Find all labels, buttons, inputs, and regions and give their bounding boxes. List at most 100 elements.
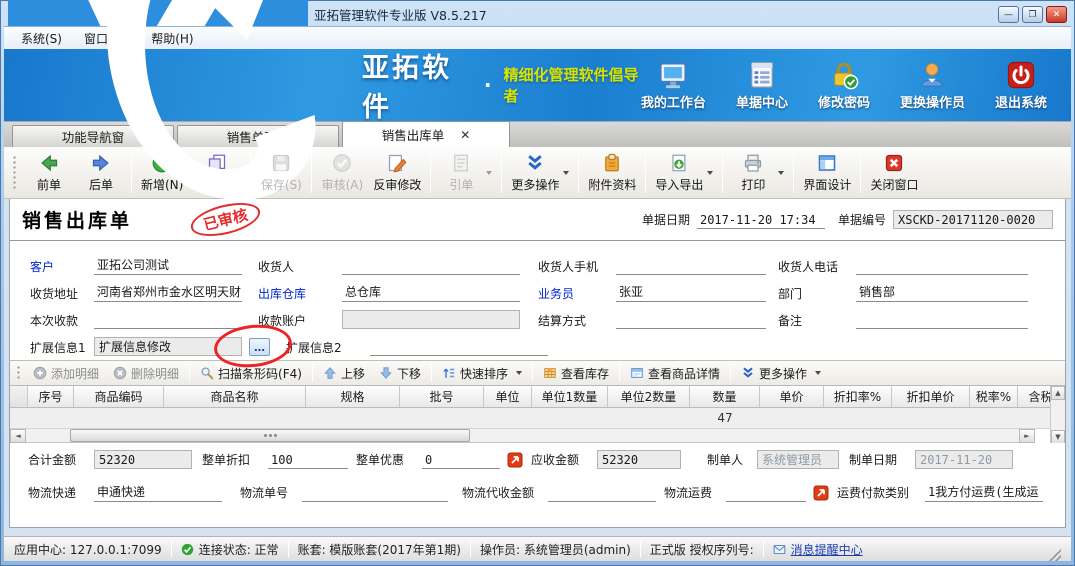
dropdown-arrow-icon[interactable] [778, 171, 784, 175]
status-item-5[interactable]: 消息提醒中心 [773, 541, 863, 558]
nav-switch-user[interactable]: 更换操作员 [900, 60, 965, 111]
field-结算方式[interactable] [616, 310, 766, 329]
column-header-单价[interactable]: 单价 [760, 386, 824, 407]
field-扩展信息2[interactable] [370, 337, 548, 356]
detail-add-row-button[interactable]: 添加明细 [26, 363, 106, 384]
field-备注[interactable] [856, 310, 1028, 329]
field-label-客户[interactable]: 客户 [30, 258, 94, 275]
toolbar-ui-design-button[interactable]: 界面设计 [798, 151, 856, 195]
totals-field-合计金额[interactable]: 52320 [94, 450, 192, 469]
doc-title: 销售出库单 [22, 206, 132, 233]
detail-barcode-scan-button[interactable]: 扫描条形码(F4) [193, 363, 309, 384]
column-header-税率%[interactable]: 税率% [970, 386, 1018, 407]
add-row-icon [33, 366, 47, 380]
jump-icon [507, 452, 523, 468]
row-selector-header[interactable] [10, 386, 28, 407]
column-header-折扣单价[interactable]: 折扣单价 [892, 386, 970, 407]
vertical-scrollbar[interactable]: ▲ ▼ [1050, 386, 1065, 443]
field-收款账户[interactable] [342, 310, 520, 329]
field-label-出库仓库[interactable]: 出库仓库 [258, 285, 342, 302]
field-收货人手机[interactable] [616, 256, 766, 275]
detail-quick-sort-button[interactable]: 快速排序 [435, 363, 529, 384]
column-header-规格[interactable]: 规格 [306, 386, 400, 407]
summary-cell-税率% [970, 408, 1018, 428]
detail-delete-row-button[interactable]: 删除明细 [106, 363, 186, 384]
table-summary-row[interactable]: 47 [10, 408, 1050, 429]
logistics-field-物流单号[interactable] [302, 483, 448, 502]
close-button[interactable]: ✕ [1046, 6, 1067, 23]
nav-document-center[interactable]: 单据中心 [736, 60, 788, 111]
recalc-button[interactable] [506, 452, 523, 468]
totals-field-整单折扣[interactable]: 100 [268, 450, 348, 469]
scroll-left-button[interactable]: ◄ [10, 429, 26, 443]
field-部门[interactable]: 销售部 [856, 283, 1028, 302]
toolbar-separator [645, 153, 646, 193]
minimize-button[interactable]: — [998, 6, 1019, 23]
ellipsis-button[interactable]: … [249, 338, 270, 356]
logistics-field-物流快递[interactable]: 申通快递 [94, 483, 222, 502]
summary-cell-单位 [484, 408, 532, 428]
tab-2[interactable]: 销售出库单✕ [342, 121, 510, 147]
dropdown-arrow-icon[interactable] [486, 171, 492, 175]
scroll-down-button[interactable]: ▼ [1051, 430, 1065, 443]
detail-move-up-button[interactable]: 上移 [316, 363, 372, 384]
logistics-field-物流代收金额[interactable] [548, 483, 656, 502]
toolbar-import-export-button[interactable]: 导入导出 [650, 151, 718, 195]
totals-field-应收金额[interactable]: 52320 [597, 450, 681, 469]
nav-workstation[interactable]: 我的工作台 [641, 60, 706, 111]
field-本次收款[interactable] [94, 310, 242, 329]
toolbar-separator [860, 153, 861, 193]
toolbar-ref-doc-button[interactable]: 引单 [435, 151, 497, 195]
detail-product-detail-button[interactable]: 查看商品详情 [623, 363, 727, 384]
field-收货人[interactable] [342, 256, 520, 275]
logistics-field-物流运费[interactable] [726, 483, 806, 502]
tab-close-icon[interactable]: ✕ [460, 128, 470, 142]
field-收货人电话[interactable] [856, 256, 1028, 275]
resize-grip[interactable] [1049, 549, 1061, 561]
doc-date-field[interactable]: 2017-11-20 17:34 [697, 210, 825, 229]
scroll-right-button[interactable]: ► [1019, 429, 1035, 443]
column-header-序号[interactable]: 序号 [28, 386, 74, 407]
status-item-3: 操作员: 系统管理员(admin) [480, 541, 631, 558]
column-header-单位2数量[interactable]: 单位2数量 [608, 386, 690, 407]
column-header-单位1数量[interactable]: 单位1数量 [532, 386, 608, 407]
column-header-折扣率%[interactable]: 折扣率% [824, 386, 892, 407]
toolbar-close-window-button[interactable]: 关闭窗口 [865, 151, 923, 195]
toolbar-save-button[interactable]: 保存(S) [255, 151, 307, 195]
scrollbar-thumb[interactable] [70, 429, 470, 442]
toolbar-audit-button[interactable]: 审核(A) [316, 151, 368, 195]
column-header-商品名称[interactable]: 商品名称 [164, 386, 306, 407]
field-客户[interactable]: 亚拓公司测试 [94, 256, 242, 275]
detail-stock-button[interactable]: 查看库存 [536, 363, 616, 384]
toolbar-grip[interactable] [12, 155, 18, 191]
nav-exit[interactable]: 退出系统 [995, 60, 1047, 111]
dropdown-arrow-icon[interactable] [707, 171, 713, 175]
recalc-button[interactable] [812, 485, 829, 501]
column-header-数量[interactable]: 数量 [690, 386, 760, 407]
detail-toolbar-grip[interactable] [16, 365, 22, 381]
column-header-单位[interactable]: 单位 [484, 386, 532, 407]
column-header-批号[interactable]: 批号 [400, 386, 484, 407]
audited-stamp: 已审核 [188, 197, 264, 242]
detail-more-actions-button[interactable]: 更多操作 [734, 363, 828, 384]
maximize-button[interactable]: ❐ [1022, 6, 1043, 23]
field-label-业务员[interactable]: 业务员 [538, 285, 616, 302]
nav-password[interactable]: 修改密码 [818, 60, 870, 111]
toolbar-print-button[interactable]: 打印 [727, 151, 789, 195]
scroll-up-button[interactable]: ▲ [1051, 386, 1065, 400]
dropdown-arrow-icon[interactable] [516, 371, 522, 375]
field-业务员[interactable]: 张亚 [616, 283, 766, 302]
detail-move-down-button[interactable]: 下移 [372, 363, 428, 384]
column-header-商品编码[interactable]: 商品编码 [74, 386, 164, 407]
field-出库仓库[interactable]: 总仓库 [342, 283, 520, 302]
logistics-field-运费付款类别[interactable]: 1我方付运费(生成运 [925, 483, 1043, 502]
detail-button-label: 查看商品详情 [648, 365, 720, 382]
totals-field-整单优惠[interactable]: 0 [422, 450, 500, 469]
column-header-含税单价[interactable]: 含税单价 [1018, 386, 1050, 407]
field-扩展信息1[interactable]: 扩展信息修改 [94, 337, 242, 356]
message-center-link[interactable]: 消息提醒中心 [791, 541, 863, 558]
detail-button-label: 快速排序 [460, 365, 508, 382]
horizontal-scrollbar[interactable]: ◄ ► [10, 429, 1035, 443]
field-收货地址[interactable]: 河南省郑州市金水区明天财 [94, 283, 242, 302]
dropdown-arrow-icon[interactable] [815, 371, 821, 375]
